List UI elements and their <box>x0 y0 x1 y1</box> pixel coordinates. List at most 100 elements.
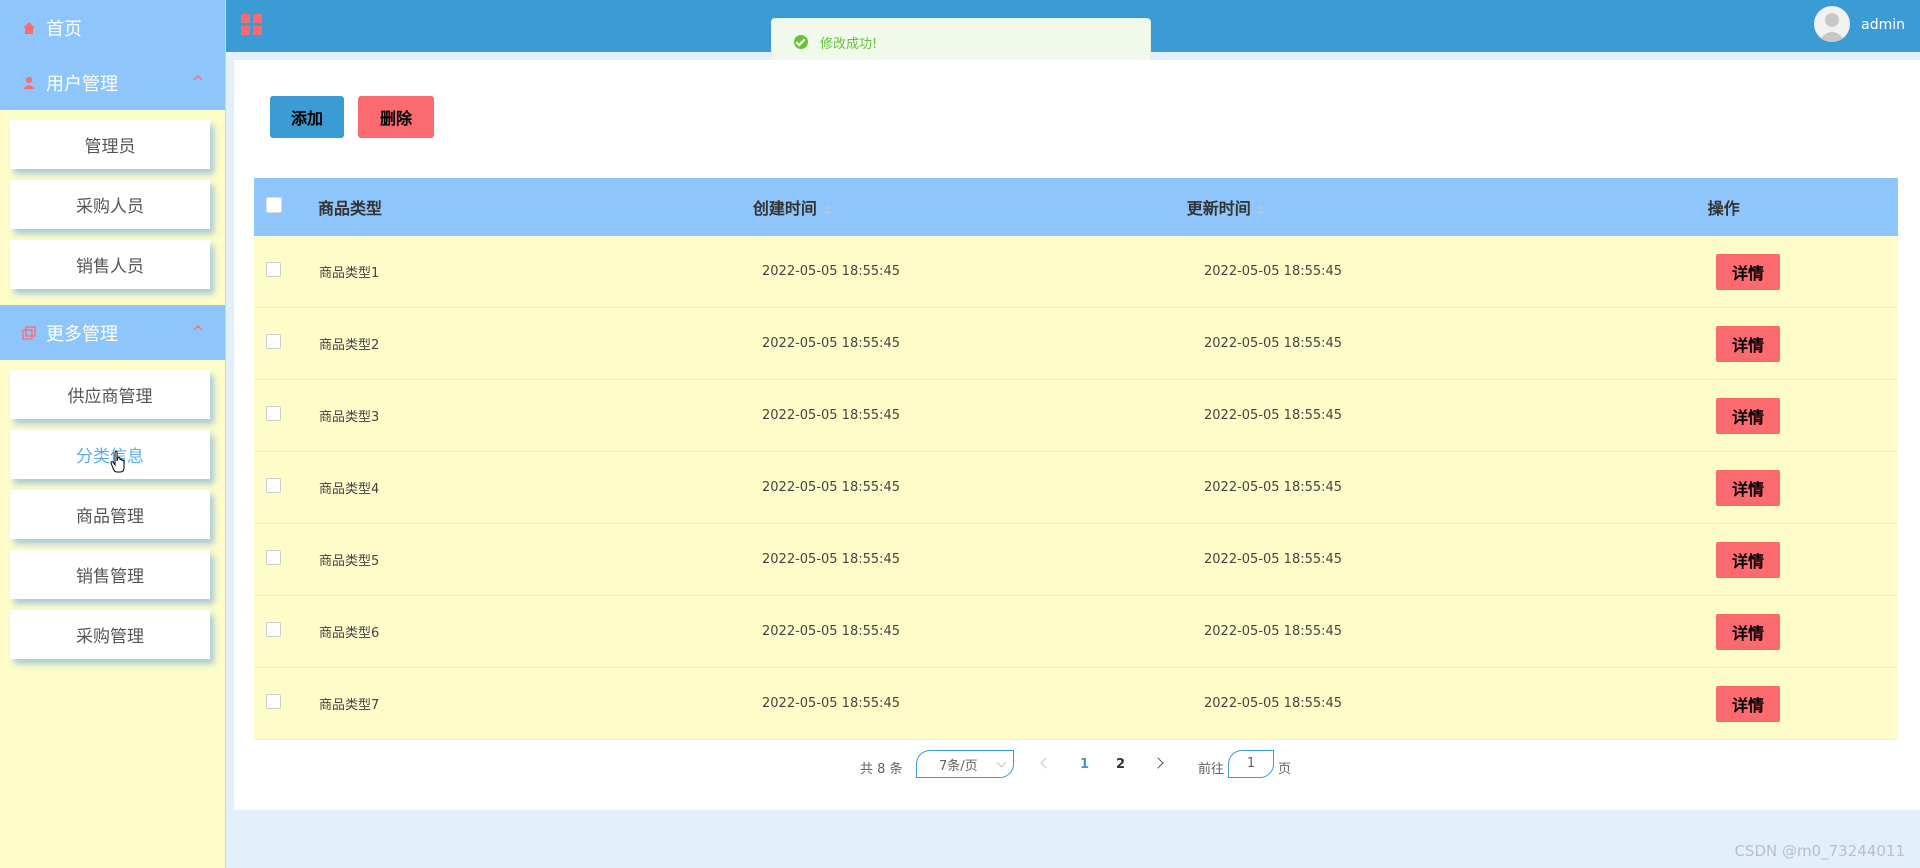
table-row: 商品类型1 2022-05-05 18:55:45 2022-05-05 18:55… <box>254 236 1898 308</box>
sidebar-item-suppliers[interactable]: 供应商管理 <box>10 370 210 419</box>
table-row: 商品类型3 2022-05-05 18:55:45 2022-05-05 18:55… <box>254 380 1898 452</box>
sidebar: 首页 用户管理 管理员 采购人员 销售人员 更多管理 供应商管理 分类信息 商品… <box>0 0 226 868</box>
menu-grid-icon[interactable] <box>241 14 263 36</box>
sidebar-item-purchasers[interactable]: 采购人员 <box>10 180 210 229</box>
cell-created: 2022-05-05 18:55:45 <box>762 480 901 495</box>
detail-button[interactable]: 详情 <box>1716 541 1780 578</box>
sidebar-group-label: 更多管理 <box>46 323 118 345</box>
delete-button[interactable]: 删除 <box>358 96 434 138</box>
select-all-checkbox[interactable] <box>266 197 282 213</box>
row-checkbox[interactable] <box>266 262 281 277</box>
toast-message: 修改成功! <box>820 36 878 52</box>
row-checkbox[interactable] <box>266 622 281 637</box>
cell-updated: 2022-05-05 18:55:45 <box>1204 480 1343 495</box>
sidebar-home-label: 首页 <box>46 18 82 40</box>
sort-icon[interactable] <box>822 204 831 215</box>
detail-button[interactable]: 详情 <box>1716 325 1780 362</box>
sidebar-item-label: 销售管理 <box>76 567 144 587</box>
cell-updated: 2022-05-05 18:55:45 <box>1204 336 1343 351</box>
success-icon <box>794 35 808 49</box>
sidebar-group-more[interactable]: 更多管理 <box>0 305 225 360</box>
prev-page-icon[interactable] <box>1040 757 1052 769</box>
detail-button[interactable]: 详情 <box>1716 685 1780 722</box>
chevron-up-icon <box>193 325 203 331</box>
sort-icon[interactable] <box>1256 204 1265 215</box>
sidebar-item-label: 商品管理 <box>76 507 144 527</box>
table-row: 商品类型7 2022-05-05 18:55:45 2022-05-05 18:55… <box>254 668 1898 740</box>
cell-updated: 2022-05-05 18:55:45 <box>1204 624 1343 639</box>
column-header-actions: 操作 <box>1707 199 1740 218</box>
detail-button[interactable]: 详情 <box>1716 469 1780 506</box>
table-row: 商品类型2 2022-05-05 18:55:45 2022-05-05 18:55… <box>254 308 1898 380</box>
copy-icon <box>22 325 36 340</box>
chevron-up-icon <box>193 75 203 81</box>
sidebar-item-label: 管理员 <box>84 137 136 157</box>
table-header: 商品类型 创建时间 更新时间 操作 <box>254 178 1898 236</box>
page-size-select[interactable]: 7条/页 <box>916 750 1014 778</box>
cell-created: 2022-05-05 18:55:45 <box>762 624 901 639</box>
cell-created: 2022-05-05 18:55:45 <box>762 552 901 567</box>
table-row: 商品类型5 2022-05-05 18:55:45 2022-05-05 18:55… <box>254 524 1898 596</box>
table-row: 商品类型4 2022-05-05 18:55:45 2022-05-05 18:55… <box>254 452 1898 524</box>
goto-page-input[interactable]: 1 <box>1228 750 1274 778</box>
cell-created: 2022-05-05 18:55:45 <box>762 408 901 423</box>
row-checkbox[interactable] <box>266 478 281 493</box>
sidebar-group-label: 用户管理 <box>46 73 118 95</box>
avatar[interactable] <box>1814 6 1850 42</box>
sidebar-group-user[interactable]: 用户管理 <box>0 55 225 110</box>
next-page-icon[interactable] <box>1152 757 1164 769</box>
detail-button[interactable]: 详情 <box>1716 397 1780 434</box>
user-avatar-icon <box>1818 13 1846 42</box>
detail-button[interactable]: 详情 <box>1716 613 1780 650</box>
cell-updated: 2022-05-05 18:55:45 <box>1204 552 1343 567</box>
watermark: CSDN @m0_73244011 <box>1734 842 1905 860</box>
cell-type: 商品类型2 <box>319 338 380 353</box>
column-header-created[interactable]: 创建时间 <box>753 195 1187 219</box>
sidebar-item-admin[interactable]: 管理员 <box>10 120 210 169</box>
cell-type: 商品类型3 <box>319 410 380 425</box>
page-number[interactable]: 2 <box>1116 757 1125 772</box>
table-row: 商品类型6 2022-05-05 18:55:45 2022-05-05 18:55… <box>254 596 1898 668</box>
sidebar-item-products[interactable]: 商品管理 <box>10 490 210 539</box>
page-size-value: 7条/页 <box>939 758 978 774</box>
row-checkbox[interactable] <box>266 550 281 565</box>
cell-updated: 2022-05-05 18:55:45 <box>1204 264 1343 279</box>
cell-created: 2022-05-05 18:55:45 <box>762 336 901 351</box>
row-checkbox[interactable] <box>266 694 281 709</box>
table-body: 商品类型1 2022-05-05 18:55:45 2022-05-05 18:55… <box>254 236 1898 740</box>
sidebar-item-purchases[interactable]: 采购管理 <box>10 610 210 659</box>
column-header-label: 创建时间 <box>752 199 817 218</box>
cell-created: 2022-05-05 18:55:45 <box>762 264 901 279</box>
user-icon <box>22 76 36 90</box>
column-header-label: 更新时间 <box>1186 199 1251 218</box>
sidebar-item-label: 销售人员 <box>76 257 144 277</box>
cell-type: 商品类型5 <box>319 554 380 569</box>
home-icon <box>22 21 36 35</box>
sidebar-item-label: 采购人员 <box>76 197 144 217</box>
sidebar-item-home[interactable]: 首页 <box>0 0 225 55</box>
row-checkbox[interactable] <box>266 406 281 421</box>
chevron-down-icon <box>996 757 1007 768</box>
sidebar-item-sales[interactable]: 销售管理 <box>10 550 210 599</box>
sidebar-item-label: 供应商管理 <box>67 387 153 407</box>
cell-type: 商品类型7 <box>319 698 380 713</box>
cell-type: 商品类型6 <box>319 626 380 641</box>
category-table: 商品类型 创建时间 更新时间 操作 商品类型1 2022-05-05 18:55:… <box>254 178 1898 740</box>
cell-updated: 2022-05-05 18:55:45 <box>1204 408 1343 423</box>
page-number[interactable]: 1 <box>1080 757 1089 772</box>
column-header-updated[interactable]: 更新时间 <box>1187 195 1678 219</box>
success-toast: 修改成功! <box>771 18 1151 66</box>
main-panel: 添加 删除 商品类型 创建时间 更新时间 操作 商品类型1 2022-05-05 … <box>234 60 1920 810</box>
row-checkbox[interactable] <box>266 334 281 349</box>
add-button[interactable]: 添加 <box>270 96 344 138</box>
sidebar-item-sales-staff[interactable]: 销售人员 <box>10 240 210 289</box>
cell-updated: 2022-05-05 18:55:45 <box>1204 696 1343 711</box>
cell-created: 2022-05-05 18:55:45 <box>762 696 901 711</box>
pagination: 共 8 条 7条/页 1 2 前往 1 页 <box>234 750 1920 780</box>
detail-button[interactable]: 详情 <box>1716 253 1780 290</box>
hand-cursor-icon <box>110 450 125 473</box>
goto-label: 前往 <box>1198 762 1225 777</box>
total-count: 共 8 条 <box>860 762 903 777</box>
sidebar-item-label: 采购管理 <box>76 627 144 647</box>
username[interactable]: admin <box>1861 17 1905 33</box>
